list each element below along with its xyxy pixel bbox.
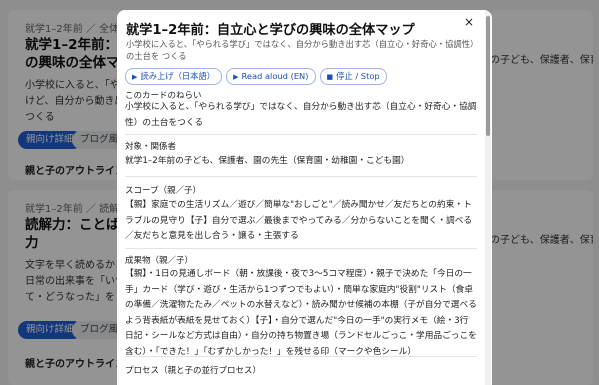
section-heading-deliverables: 成果物（親／子） [125, 256, 194, 266]
play-icon: ▶ [233, 73, 239, 81]
divider [125, 176, 477, 177]
section-heading-target: 対象・関係者 [125, 142, 177, 152]
modal-title: 就学1–2年前：自立心と学びの興味の全体マップ [126, 23, 415, 38]
read-aloud-ja-button[interactable]: ▶ 読み上げ（日本語） [125, 68, 223, 85]
section-heading-process: プロセス（親と子の並行プロセス） [125, 366, 262, 376]
divider [125, 356, 477, 357]
section-heading-scope: スコープ（親／子） [125, 186, 201, 196]
read-aloud-en-button[interactable]: ▶ Read aloud (EN) [226, 68, 316, 85]
audio-controls: ▶ 読み上げ（日本語） ▶ Read aloud (EN) ■ 停止 / Stop [125, 68, 387, 85]
divider [125, 248, 477, 249]
close-icon[interactable]: × [464, 15, 474, 29]
play-icon: ▶ [132, 73, 138, 81]
card-detail-modal: 就学1–2年前：自立心と学びの興味の全体マップ × 小学校に入ると、「やられる学… [117, 10, 492, 385]
stop-button[interactable]: ■ 停止 / Stop [319, 68, 387, 85]
divider [125, 134, 477, 135]
section-body-deliverables: 【親】・1日の見通しボード（朝・放課後・夜で3〜5コマ程度）・親子で決めた「今日… [125, 269, 477, 357]
section-body-target: 就学1–2年前の子ども、保護者、園の先生（保育園・幼稚園・こども園） [125, 156, 410, 166]
modal-subtitle: 小学校に入ると、「やられる学び」ではなく、自分から動き出す芯（自立心・好奇心・協… [126, 39, 475, 61]
section-body-scope: 【親】家庭での生活リズム／遊び／簡単な"おしごと"／読み聞かせ／友だちとの約束・… [125, 200, 473, 241]
stop-icon: ■ [326, 73, 334, 81]
section-body-aim: 小学校に入ると、「やられる学び」ではなく、自分から動き出す芯（自立心・好奇心・協… [125, 102, 477, 128]
scrollbar-thumb[interactable] [486, 16, 490, 136]
